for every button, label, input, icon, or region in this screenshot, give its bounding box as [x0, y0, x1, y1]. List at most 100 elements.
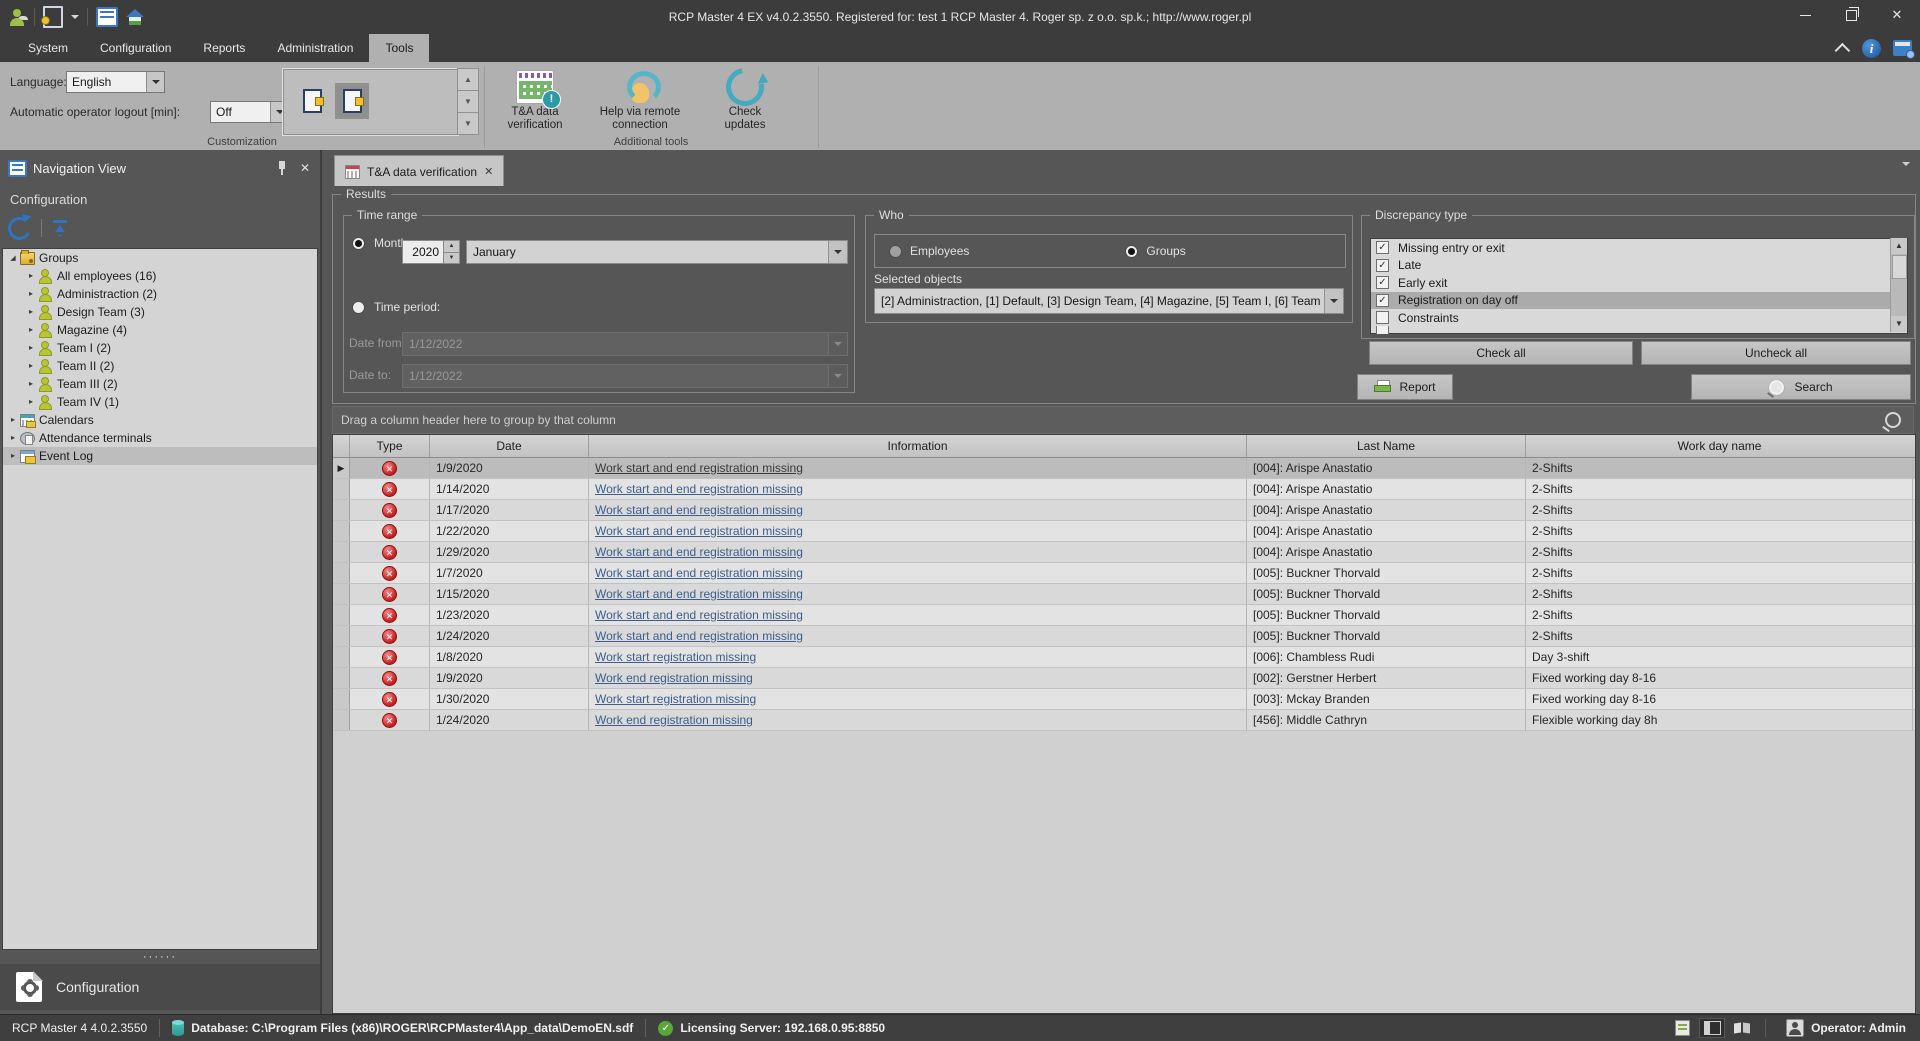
search-button[interactable]: Search [1691, 374, 1911, 400]
nav-footer-configuration[interactable]: Configuration [0, 964, 320, 1010]
table-row[interactable]: ▶ ✕ 1/9/2020 Work start and end registra… [333, 458, 1915, 479]
tree-item[interactable]: Team I (2) [3, 339, 317, 357]
column-header-date[interactable]: Date [430, 435, 589, 457]
group-by-bar[interactable]: Drag a column header here to group by th… [332, 406, 1914, 434]
time-period-radio[interactable] [352, 301, 365, 314]
status-export-icon[interactable] [1669, 1018, 1695, 1038]
information-link[interactable]: Work start and end registration missing [595, 461, 803, 475]
minimize-button[interactable] [1782, 0, 1828, 30]
tree-item[interactable]: Design Team (3) [3, 303, 317, 321]
tree-item[interactable]: Calendars [3, 411, 317, 429]
tree-item[interactable]: Administraction (2) [3, 285, 317, 303]
information-link[interactable]: Work start and end registration missing [595, 608, 803, 622]
table-row[interactable]: ▶ ✕ 1/8/2020 Work start registration mis… [333, 647, 1915, 668]
information-link[interactable]: Work start registration missing [595, 650, 756, 664]
discrepancy-scrollbar[interactable]: ▲ ▼ [1890, 238, 1907, 332]
tree-item[interactable]: Team II (2) [3, 357, 317, 375]
tree-expand-arrow[interactable] [25, 285, 37, 303]
information-link[interactable]: Work start registration missing [595, 692, 756, 706]
tree-expand-arrow[interactable] [25, 321, 37, 339]
ribbon-tool-button[interactable]: Check updates [702, 66, 788, 142]
tree-item[interactable]: Event Log [3, 447, 317, 465]
information-link[interactable]: Work start and end registration missing [595, 566, 803, 580]
tree-expand-arrow[interactable] [25, 303, 37, 321]
ribbon-tool-button[interactable]: T&A data verification [492, 66, 578, 142]
scroll-up-icon[interactable]: ▲ [1891, 238, 1907, 254]
column-header-type[interactable]: Type [350, 435, 430, 457]
panel-close-icon[interactable]: ✕ [300, 161, 310, 175]
tree-expand-arrow[interactable] [7, 249, 19, 268]
column-header-last-name[interactable]: Last Name [1247, 435, 1526, 457]
table-row[interactable]: ▶ ✕ 1/14/2020 Work start and end registr… [333, 479, 1915, 500]
tree-item[interactable]: All employees (16) [3, 267, 317, 285]
checkbox[interactable] [1376, 276, 1389, 289]
information-link[interactable]: Work end registration missing [595, 671, 753, 685]
table-row[interactable]: ▶ ✕ 1/29/2020 Work start and end registr… [333, 542, 1915, 563]
pin-icon[interactable] [278, 161, 286, 175]
tree-expand-arrow[interactable] [7, 411, 19, 429]
tree-item[interactable]: Groups [3, 249, 317, 267]
gallery-expand[interactable]: ▼ [457, 112, 479, 135]
year-down-button[interactable]: ▼ [443, 252, 460, 265]
checkbox[interactable] [1376, 241, 1389, 254]
status-panel-toggle-icon[interactable] [1699, 1018, 1725, 1038]
table-row[interactable]: ▶ ✕ 1/17/2020 Work start and end registr… [333, 500, 1915, 521]
tab-close-icon[interactable]: ✕ [484, 165, 493, 178]
discrepancy-option[interactable]: Registration on day off [1371, 292, 1907, 310]
customization-gallery-item[interactable] [295, 83, 329, 119]
scrollbar-thumb[interactable] [1892, 255, 1907, 279]
tab-ta-data-verification[interactable]: T&A data verification ✕ [334, 155, 504, 187]
window-settings-icon[interactable] [1893, 40, 1912, 56]
tree-expand-arrow[interactable] [25, 375, 37, 393]
tab-list-dropdown-icon[interactable] [1902, 162, 1910, 166]
table-row[interactable]: ▶ ✕ 1/30/2020 Work start registration mi… [333, 689, 1915, 710]
information-link[interactable]: Work start and end registration missing [595, 503, 803, 517]
menu-tab[interactable]: Configuration [84, 34, 187, 62]
gallery-scroll-down[interactable]: ▼ [457, 90, 479, 113]
uncheck-all-button[interactable]: Uncheck all [1641, 341, 1911, 365]
language-select[interactable]: English [66, 71, 165, 93]
table-row[interactable]: ▶ ✕ 1/23/2020 Work start and end registr… [333, 605, 1915, 626]
report-button[interactable]: Report [1357, 374, 1453, 400]
checkbox[interactable] [1376, 311, 1389, 324]
collapse-all-icon[interactable] [52, 220, 68, 236]
table-row[interactable]: ▶ ✕ 1/22/2020 Work start and end registr… [333, 521, 1915, 542]
menu-tab[interactable]: Reports [187, 34, 261, 62]
table-row[interactable]: ▶ ✕ 1/15/2020 Work start and end registr… [333, 584, 1915, 605]
logout-select[interactable]: Off [210, 101, 289, 123]
information-link[interactable]: Work start and end registration missing [595, 545, 803, 559]
dropdown-button[interactable] [146, 72, 164, 92]
year-spinner[interactable]: 2020 ▲ ▼ [402, 240, 460, 264]
ribbon-tool-button[interactable]: Help via remote connection [597, 66, 683, 142]
tree-item[interactable]: Team IV (1) [3, 393, 317, 411]
gallery-scroll-up[interactable]: ▲ [457, 68, 479, 91]
groups-radio[interactable] [1125, 245, 1138, 258]
employees-radio[interactable] [889, 245, 902, 258]
tree-expand-arrow[interactable] [7, 429, 19, 447]
discrepancy-option[interactable]: Late [1371, 257, 1907, 275]
panel-splitter[interactable]: ······ [0, 952, 320, 962]
tree-expand-arrow[interactable] [25, 267, 37, 285]
status-report-icon[interactable] [1729, 1018, 1755, 1038]
check-all-button[interactable]: Check all [1369, 341, 1633, 365]
dropdown-button[interactable] [828, 241, 847, 263]
information-link[interactable]: Work start and end registration missing [595, 629, 803, 643]
tree-expand-arrow[interactable] [25, 339, 37, 357]
menu-tab[interactable]: System [12, 34, 84, 62]
about-info-icon[interactable]: i [1862, 39, 1881, 58]
refresh-icon[interactable] [5, 214, 33, 242]
discrepancy-option[interactable]: Missing entry or exit [1371, 239, 1907, 257]
table-row[interactable]: ▶ ✕ 1/9/2020 Work end registration missi… [333, 668, 1915, 689]
selected-objects-select[interactable]: [2] Administraction, [1] Default, [3] De… [874, 288, 1344, 314]
column-header-work-day-name[interactable]: Work day name [1526, 435, 1913, 457]
information-link[interactable]: Work end registration missing [595, 713, 753, 727]
month-select[interactable]: January [466, 240, 848, 264]
close-button[interactable]: ✕ [1874, 0, 1920, 30]
ribbon-collapse-icon[interactable] [1839, 43, 1850, 54]
month-radio[interactable] [352, 237, 365, 250]
tree-expand-arrow[interactable] [25, 393, 37, 411]
discrepancy-option[interactable]: Constraints [1371, 309, 1907, 327]
menu-tab[interactable]: Tools [369, 34, 429, 62]
column-header-information[interactable]: Information [589, 435, 1247, 457]
tree-item[interactable]: Team III (2) [3, 375, 317, 393]
